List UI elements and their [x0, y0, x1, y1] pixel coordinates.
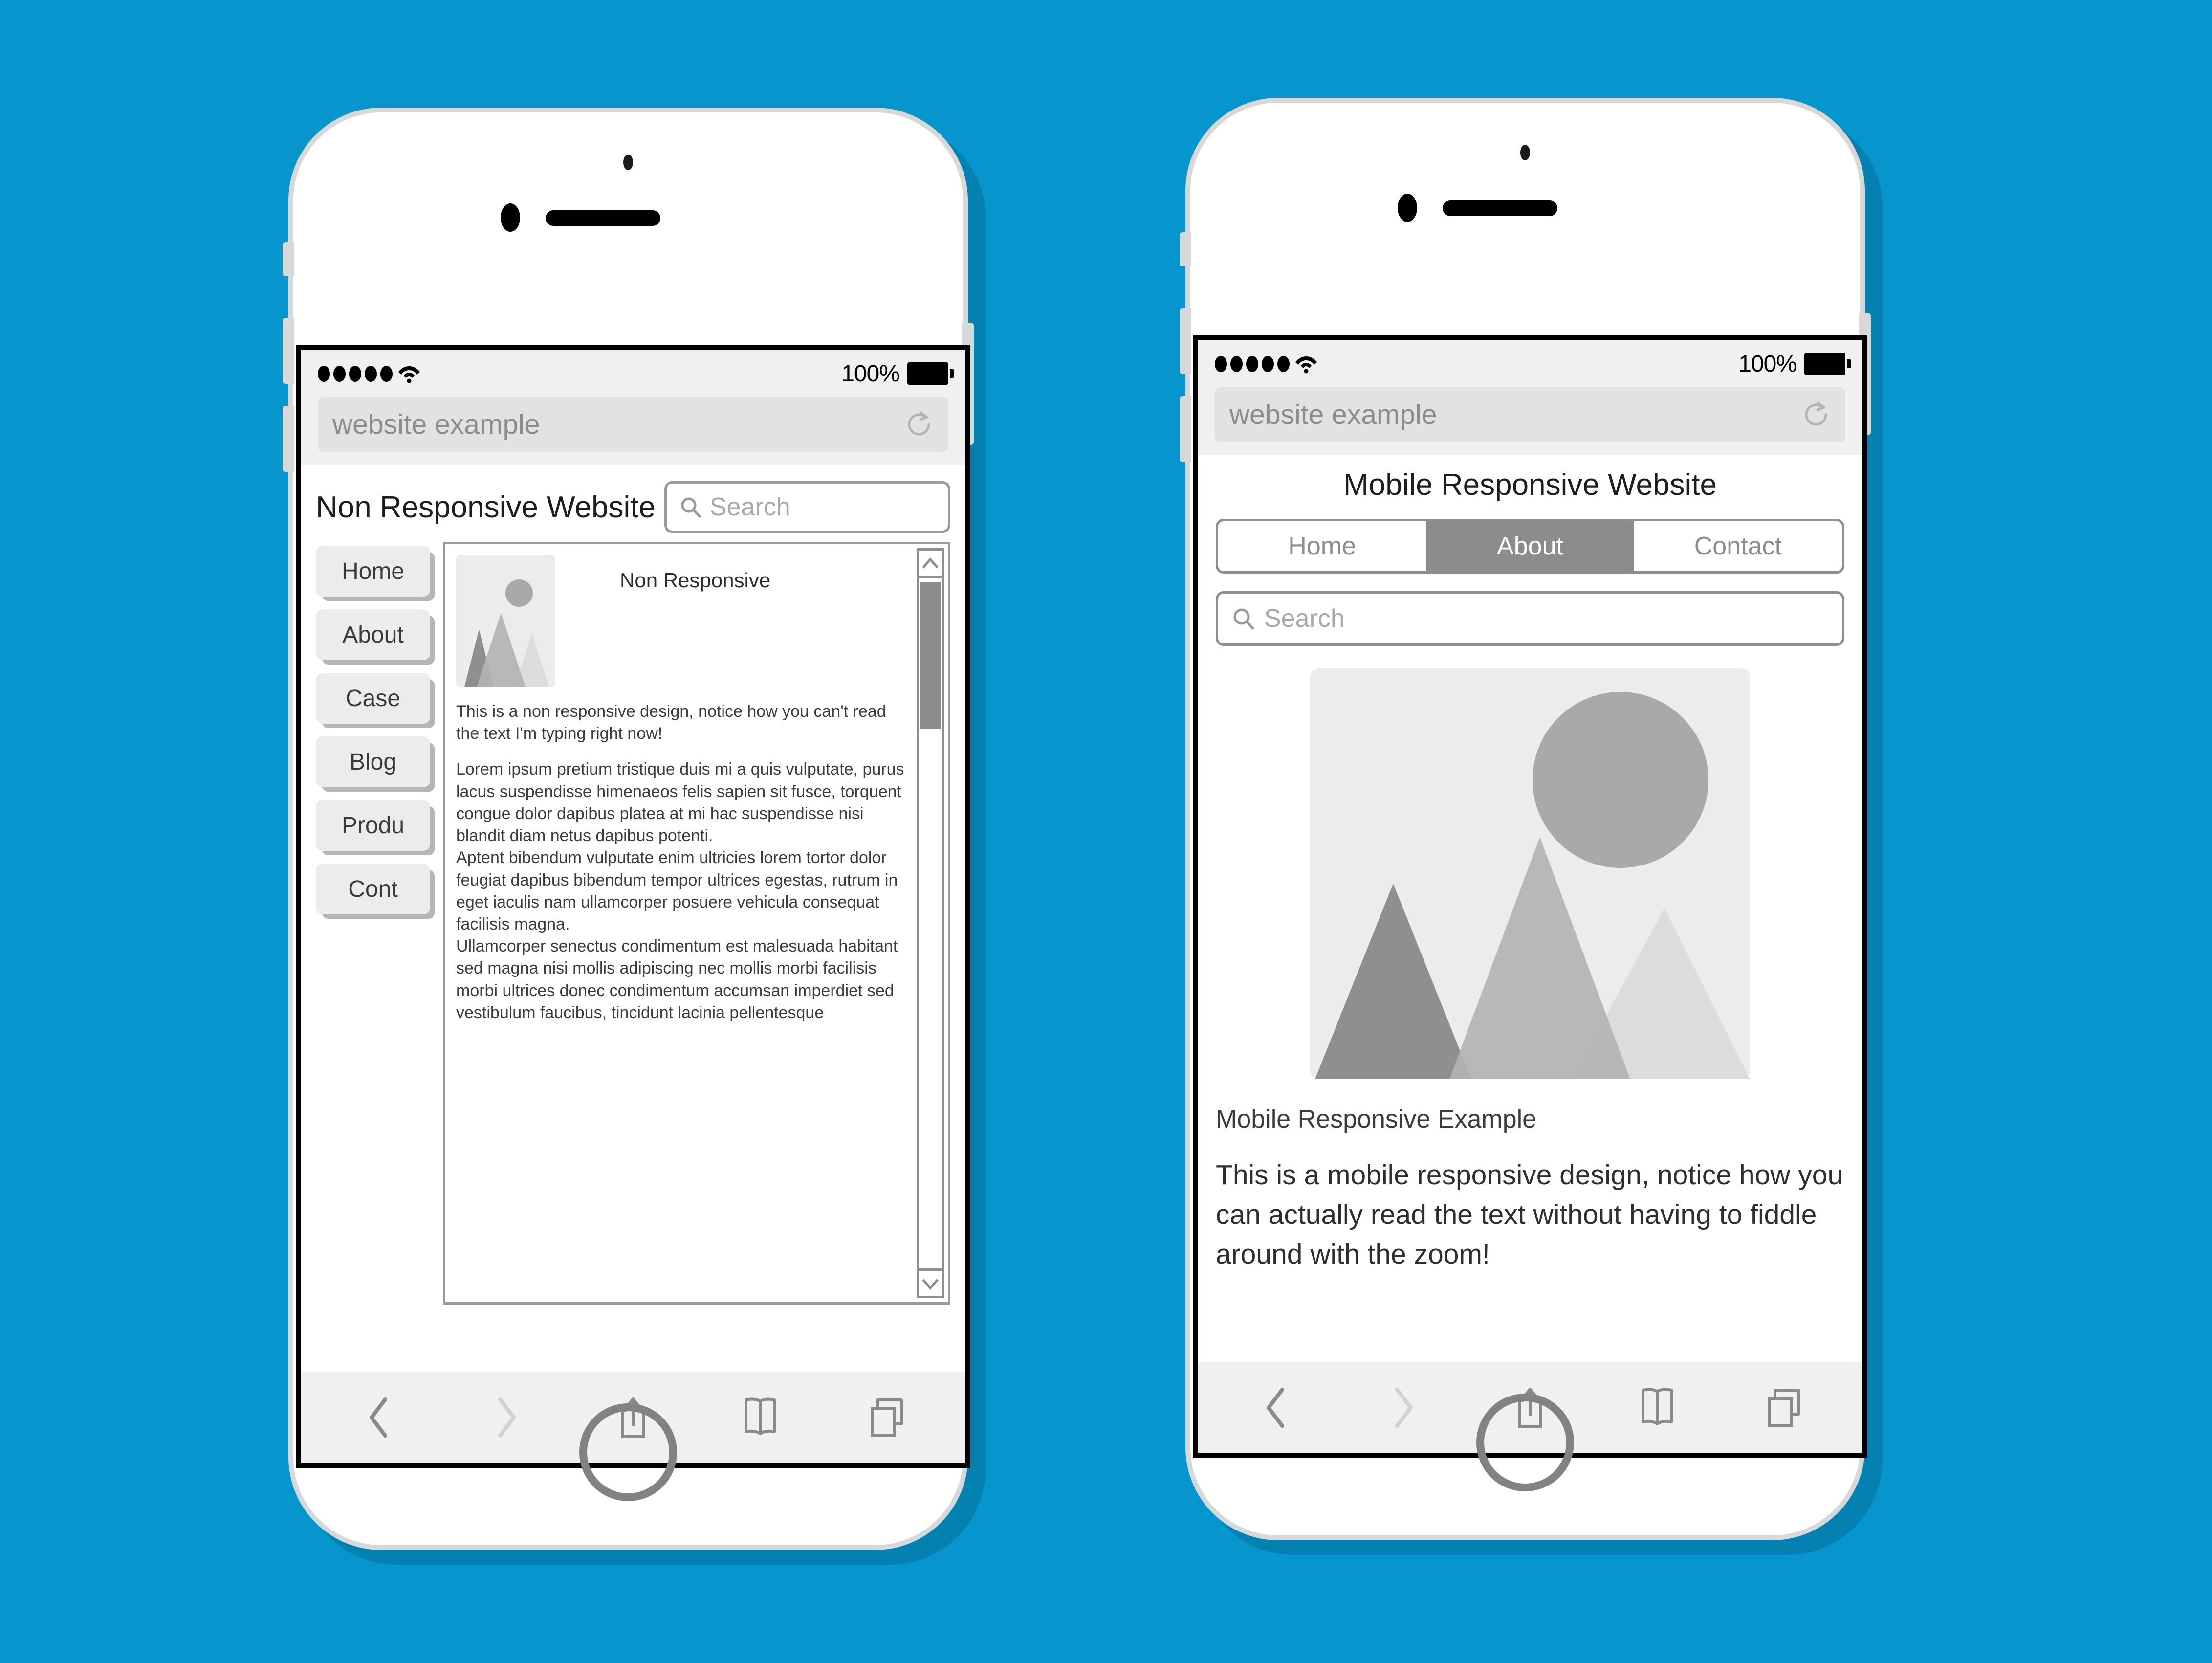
battery-status: 100%	[841, 360, 954, 387]
tab-bar: Home About Contact	[1216, 519, 1844, 574]
hero-row: Non Responsive	[456, 555, 905, 687]
phone-mobile-responsive: 100% website example Mobile Responsive W…	[1180, 98, 1887, 1565]
sidebar-item-case[interactable]: Case	[316, 673, 430, 724]
bookmarks-icon[interactable]	[1636, 1387, 1678, 1429]
phone-body: 100% website example	[1180, 98, 1871, 1540]
page-title: Non Responsive Website	[316, 490, 656, 524]
tab-contact[interactable]: Contact	[1634, 521, 1842, 571]
tab-about[interactable]: About	[1426, 521, 1634, 571]
silent-switch[interactable]	[1180, 232, 1191, 266]
home-button[interactable]	[1476, 1394, 1574, 1491]
back-icon[interactable]	[358, 1397, 400, 1439]
paragraph-1: Lorem ipsum pretium tristique duis mi a …	[456, 760, 904, 845]
canvas: 100% website example Non Responsive Webs…	[0, 0, 2212, 1663]
wifi-icon	[1295, 354, 1317, 374]
search-icon	[681, 497, 701, 518]
reload-icon[interactable]	[904, 410, 934, 439]
url-text: website example	[1229, 399, 1437, 430]
proximity-sensor-icon	[501, 203, 520, 232]
search-input[interactable]: Search	[1216, 591, 1844, 646]
sidebar-item-about[interactable]: About	[316, 609, 430, 660]
wifi-icon	[398, 364, 420, 383]
volume-down-button[interactable]	[283, 406, 294, 472]
site-body: Mobile Responsive Website Home About Con…	[1198, 455, 1862, 1274]
tabs-icon[interactable]	[1763, 1387, 1805, 1429]
volume-down-button[interactable]	[1180, 396, 1191, 462]
phone-screen-right: 100% website example Mobile Responsive W…	[1193, 335, 1867, 1458]
url-text: website example	[332, 409, 540, 440]
vertical-scrollbar[interactable]	[917, 548, 944, 1298]
search-icon	[1233, 608, 1254, 630]
status-bar: 100%	[1198, 340, 1862, 387]
signal-strength-icon	[318, 364, 420, 383]
volume-up-button[interactable]	[1180, 308, 1191, 374]
search-placeholder: Search	[1264, 604, 1345, 633]
phone-non-responsive: 100% website example Non Responsive Webs…	[283, 108, 990, 1574]
home-button[interactable]	[579, 1403, 677, 1501]
sidebar-nav: Home About Case Blog Produ Cont	[316, 542, 430, 1305]
scrollbar-thumb[interactable]	[920, 582, 941, 729]
content-panel: Non Responsive This is a non responsive …	[443, 542, 950, 1305]
tabs-icon[interactable]	[866, 1397, 908, 1439]
site-body: Home About Case Blog Produ Cont Non Resp…	[301, 542, 965, 1305]
url-bar[interactable]: website example	[318, 397, 948, 452]
front-camera-icon	[623, 155, 633, 170]
battery-status: 100%	[1738, 351, 1851, 377]
earpiece-speaker	[1443, 200, 1557, 216]
web-page-mobile-responsive: Mobile Responsive Website Home About Con…	[1198, 455, 1862, 1362]
reload-icon[interactable]	[1801, 400, 1831, 429]
chevron-down-icon[interactable]	[919, 1268, 942, 1296]
content-subtitle: Mobile Responsive Example	[1216, 1105, 1537, 1133]
paragraph-2: Aptent bibendum vulputate enim ultricies…	[456, 848, 898, 933]
browser-chrome: 100% website example	[1198, 340, 1862, 455]
proximity-sensor-icon	[1398, 194, 1417, 222]
battery-percent-label: 100%	[841, 360, 900, 387]
battery-icon	[907, 362, 954, 385]
sidebar-item-cont[interactable]: Cont	[316, 864, 430, 914]
page-title: Mobile Responsive Website	[1343, 468, 1717, 502]
forward-icon[interactable]	[485, 1397, 527, 1439]
back-icon[interactable]	[1255, 1387, 1297, 1429]
battery-percent-label: 100%	[1738, 351, 1797, 377]
silent-switch[interactable]	[283, 242, 294, 276]
sidebar-item-blog[interactable]: Blog	[316, 736, 430, 787]
front-camera-icon	[1520, 145, 1530, 160]
phone-screen-left: 100% website example Non Responsive Webs…	[296, 345, 970, 1468]
chevron-up-icon[interactable]	[919, 551, 942, 578]
sidebar-item-home[interactable]: Home	[316, 546, 430, 597]
paragraph-3: Ullamcorper senectus condimentum est mal…	[456, 937, 898, 1022]
volume-up-button[interactable]	[283, 318, 294, 384]
image-placeholder	[456, 555, 555, 687]
status-bar: 100%	[301, 350, 965, 397]
browser-chrome: 100% website example	[301, 350, 965, 465]
battery-icon	[1804, 353, 1851, 375]
sidebar-item-produ[interactable]: Produ	[316, 800, 430, 851]
web-page-non-responsive: Non Responsive Website Search Home About…	[301, 465, 965, 1372]
search-input[interactable]: Search	[664, 481, 950, 533]
image-placeholder	[1310, 668, 1750, 1079]
tab-home[interactable]: Home	[1218, 521, 1426, 571]
signal-strength-icon	[1215, 354, 1317, 374]
search-placeholder: Search	[710, 493, 790, 521]
earpiece-speaker	[546, 210, 660, 226]
bookmarks-icon[interactable]	[739, 1397, 781, 1439]
content-paragraph: This is a mobile responsive design, noti…	[1216, 1159, 1843, 1270]
phone-body: 100% website example	[283, 108, 974, 1550]
forward-icon[interactable]	[1382, 1387, 1424, 1429]
paragraph-intro: This is a non responsive design, notice …	[456, 702, 886, 743]
url-bar[interactable]: website example	[1215, 387, 1845, 442]
image-caption: Non Responsive	[620, 569, 771, 592]
site-header: Non Responsive Website Search	[301, 465, 965, 542]
